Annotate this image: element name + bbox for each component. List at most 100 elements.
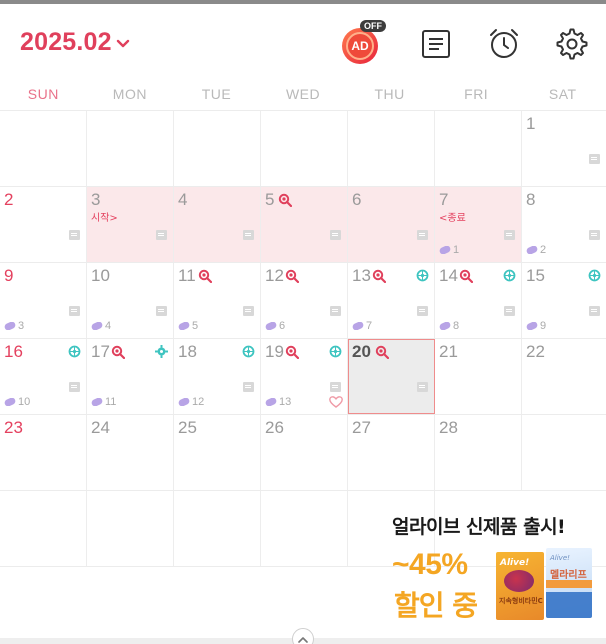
day-number: 10 — [91, 266, 110, 285]
ovulation-search-icon — [372, 269, 386, 283]
ad-sale-text: 할인 중 — [394, 589, 478, 622]
pill-icon — [4, 322, 16, 330]
calendar-day-9[interactable]: 9 3 — [0, 263, 87, 338]
calendar-day-16[interactable]: 16 10 — [0, 339, 87, 414]
day-number: 18 — [178, 342, 197, 361]
calendar-day-5[interactable]: 5 — [261, 187, 348, 262]
calendar-day-2[interactable]: 2 — [0, 187, 87, 262]
calendar-day-25[interactable]: 25 — [174, 415, 261, 490]
day-number: 16 — [4, 342, 23, 361]
calendar-week-1: 1 — [0, 111, 606, 187]
pill-icon — [526, 246, 538, 254]
month-selector[interactable]: 2025.02 — [20, 28, 130, 57]
calendar-day-24[interactable]: 24 — [87, 415, 174, 490]
calendar-day-17[interactable]: 17 11 — [87, 339, 174, 414]
ad-toggle-button[interactable]: AD OFF — [340, 20, 386, 66]
calendar-week-2: 2 3 시작> 4 5 6 7 <종료 1 8 2 — [0, 187, 606, 263]
pill-count: 7 — [352, 320, 372, 332]
calendar-day-empty — [87, 111, 174, 186]
pill-count: 9 — [526, 320, 546, 332]
day-number: 20 — [352, 342, 371, 361]
memo-list-icon — [422, 30, 450, 58]
memo-icon — [589, 306, 600, 316]
calendar-day-empty — [0, 491, 87, 566]
ovulation-search-icon — [375, 345, 389, 359]
calendar-day-8[interactable]: 8 2 — [522, 187, 606, 262]
calendar-day-21[interactable]: 21 — [435, 339, 522, 414]
memo-list-button[interactable] — [416, 24, 456, 64]
expand-panel-button[interactable] — [292, 628, 314, 644]
weekday-mon: MON — [112, 86, 147, 102]
memo-icon — [504, 306, 515, 316]
ovulation-day-icon — [155, 345, 168, 358]
calendar-day-7[interactable]: 7 <종료 1 — [435, 187, 522, 262]
alarm-button[interactable] — [484, 24, 524, 64]
calendar-day-empty — [348, 111, 435, 186]
calendar-day-empty — [435, 111, 522, 186]
calendar-day-3[interactable]: 3 시작> — [87, 187, 174, 262]
day-number: 21 — [439, 342, 458, 361]
weekday-wed: WED — [285, 86, 321, 102]
chevron-up-icon — [298, 636, 308, 643]
calendar-day-26[interactable]: 26 — [261, 415, 348, 490]
pill-icon — [178, 398, 190, 406]
calendar-day-19[interactable]: 19 13 — [261, 339, 348, 414]
calendar-week-5: 23 24 25 26 27 28 — [0, 415, 606, 491]
calendar-day-20-today[interactable]: 20 — [348, 339, 435, 414]
fertile-cycle-icon — [242, 345, 255, 358]
pill-icon — [4, 398, 16, 406]
day-number: 1 — [526, 114, 536, 133]
calendar-day-empty — [261, 111, 348, 186]
calendar-day-12[interactable]: 12 6 — [261, 263, 348, 338]
memo-icon — [69, 382, 80, 392]
ovulation-search-icon — [278, 193, 292, 207]
day-number: 9 — [4, 266, 14, 285]
calendar-day-15[interactable]: 15 9 — [522, 263, 606, 338]
fertile-cycle-icon — [503, 269, 516, 282]
period-start-label: 시작> — [91, 213, 118, 224]
calendar-day-6[interactable]: 6 — [348, 187, 435, 262]
period-end-label: <종료 — [439, 213, 466, 224]
calendar-day-23[interactable]: 23 — [0, 415, 87, 490]
pill-icon — [439, 246, 451, 254]
day-number: 17 — [91, 342, 110, 361]
pill-count: 13 — [265, 396, 291, 408]
day-number: 5 — [265, 190, 275, 209]
calendar-day-14[interactable]: 14 8 — [435, 263, 522, 338]
ad-product-image-1: Alive! 지속형비타민C — [496, 552, 544, 620]
ad-title: 얼라이브 신제품 출시! — [392, 516, 566, 538]
calendar-day-13[interactable]: 13 7 — [348, 263, 435, 338]
memo-icon — [156, 306, 167, 316]
calendar-day-empty — [174, 111, 261, 186]
calendar-day-18[interactable]: 18 12 — [174, 339, 261, 414]
memo-icon — [330, 230, 341, 240]
memo-icon — [330, 382, 341, 392]
pill-count: 2 — [526, 244, 546, 256]
ovulation-search-icon — [285, 269, 299, 283]
chevron-down-icon — [116, 39, 129, 47]
calendar-day-4[interactable]: 4 — [174, 187, 261, 262]
day-number: 6 — [352, 190, 362, 209]
heart-icon — [329, 396, 343, 408]
ovulation-search-icon — [111, 345, 125, 359]
memo-icon — [156, 230, 167, 240]
calendar-day-10[interactable]: 10 4 — [87, 263, 174, 338]
calendar-day-empty — [522, 415, 606, 490]
calendar-day-22[interactable]: 22 — [522, 339, 606, 414]
pill-icon — [265, 322, 277, 330]
calendar-day-27[interactable]: 27 — [348, 415, 435, 490]
day-number: 27 — [352, 418, 371, 437]
pill-count: 1 — [439, 244, 459, 256]
ad-banner[interactable]: 얼라이브 신제품 출시! ~45% 할인 중 Alive! 지속형비타민C Al… — [390, 512, 596, 622]
calendar-day-28[interactable]: 28 — [435, 415, 522, 490]
calendar-day-11[interactable]: 11 5 — [174, 263, 261, 338]
fertile-cycle-icon — [416, 269, 429, 282]
memo-icon — [417, 230, 428, 240]
pill-icon — [526, 322, 538, 330]
day-number: 3 — [91, 190, 101, 209]
settings-button[interactable] — [552, 24, 592, 64]
calendar-day-empty — [174, 491, 261, 566]
pill-icon — [265, 398, 277, 406]
day-number: 24 — [91, 418, 110, 437]
calendar-day-1[interactable]: 1 — [522, 111, 606, 186]
